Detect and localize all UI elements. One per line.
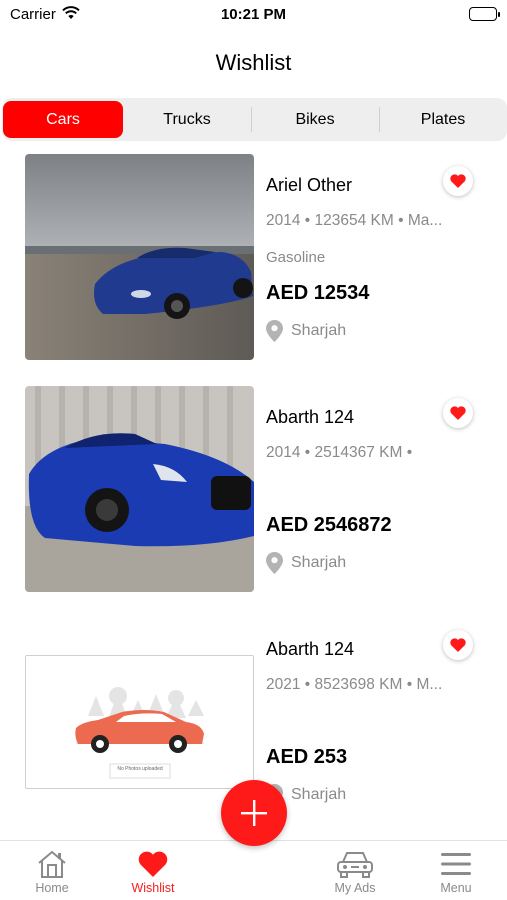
wishlist-toggle-button[interactable] [443, 630, 473, 660]
tab-my-ads-label: My Ads [334, 881, 376, 895]
tab-cars[interactable]: Cars [3, 101, 123, 138]
tab-menu[interactable]: Menu [411, 847, 501, 895]
listing-title: Abarth 124 [266, 407, 355, 427]
heart-icon [450, 174, 466, 188]
location-label: Sharjah [291, 554, 347, 571]
listing-meta: 2014 • 2514367 KM • [266, 444, 413, 461]
location-pin-icon [266, 552, 283, 574]
heart-icon [450, 406, 466, 420]
listing-price: AED 2546872 [266, 514, 392, 536]
tab-bikes[interactable]: Bikes [251, 98, 379, 141]
status-bar: Carrier 10:21 PM [0, 0, 507, 30]
listing-card[interactable]: Ariel Other 2014 • 123654 KM • Ma... Gas… [0, 154, 507, 360]
listing-title: Ariel Other [266, 175, 353, 195]
no-photo-label: No Photos uploaded [117, 766, 163, 772]
listing-card[interactable]: Abarth 124 2014 • 2514367 KM • AED 25468… [0, 386, 507, 592]
location-label: Sharjah [291, 322, 347, 339]
wishlist-toggle-button[interactable] [443, 166, 473, 196]
listing-price: AED 12534 [266, 282, 370, 304]
tab-wishlist-label: Wishlist [131, 881, 175, 895]
listing-meta: 2014 • 123654 KM • Ma... [266, 212, 443, 229]
tab-my-ads[interactable]: My Ads [310, 847, 400, 895]
car-photo [25, 386, 254, 592]
bottom-tab-bar: Home Wishlist My Ads Menu [0, 840, 507, 900]
home-icon [38, 850, 66, 878]
heart-icon [138, 851, 168, 877]
battery-icon [469, 7, 500, 21]
page-title: Wishlist [215, 50, 292, 75]
listing-location: Sharjah [266, 320, 346, 342]
clock: 10:21 PM [220, 6, 287, 23]
location-pin-icon [266, 320, 283, 342]
tab-home[interactable]: Home [7, 847, 97, 895]
category-segmented-control: Cars Trucks Bikes Plates [2, 98, 507, 141]
add-listing-button[interactable] [221, 780, 287, 846]
menu-icon [441, 853, 471, 875]
listing-meta: 2021 • 8523698 KM • M... [266, 676, 443, 693]
tab-trucks[interactable]: Trucks [123, 98, 251, 141]
listing-fuel: Gasoline [266, 249, 326, 266]
listing-price: AED 253 [266, 746, 348, 768]
tab-plates[interactable]: Plates [379, 98, 507, 141]
listing-location: Sharjah [266, 552, 346, 574]
car-icon [337, 852, 373, 878]
heart-icon [450, 638, 466, 652]
listing-title: Abarth 124 [266, 639, 355, 659]
no-photo-placeholder: No Photos uploaded [25, 655, 254, 789]
tab-wishlist[interactable]: Wishlist [108, 847, 198, 895]
plus-icon [241, 800, 267, 826]
tab-menu-label: Menu [440, 881, 472, 895]
car-photo [25, 154, 254, 360]
tab-home-label: Home [35, 881, 69, 895]
wishlist-toggle-button[interactable] [443, 398, 473, 428]
location-label: Sharjah [291, 786, 347, 803]
